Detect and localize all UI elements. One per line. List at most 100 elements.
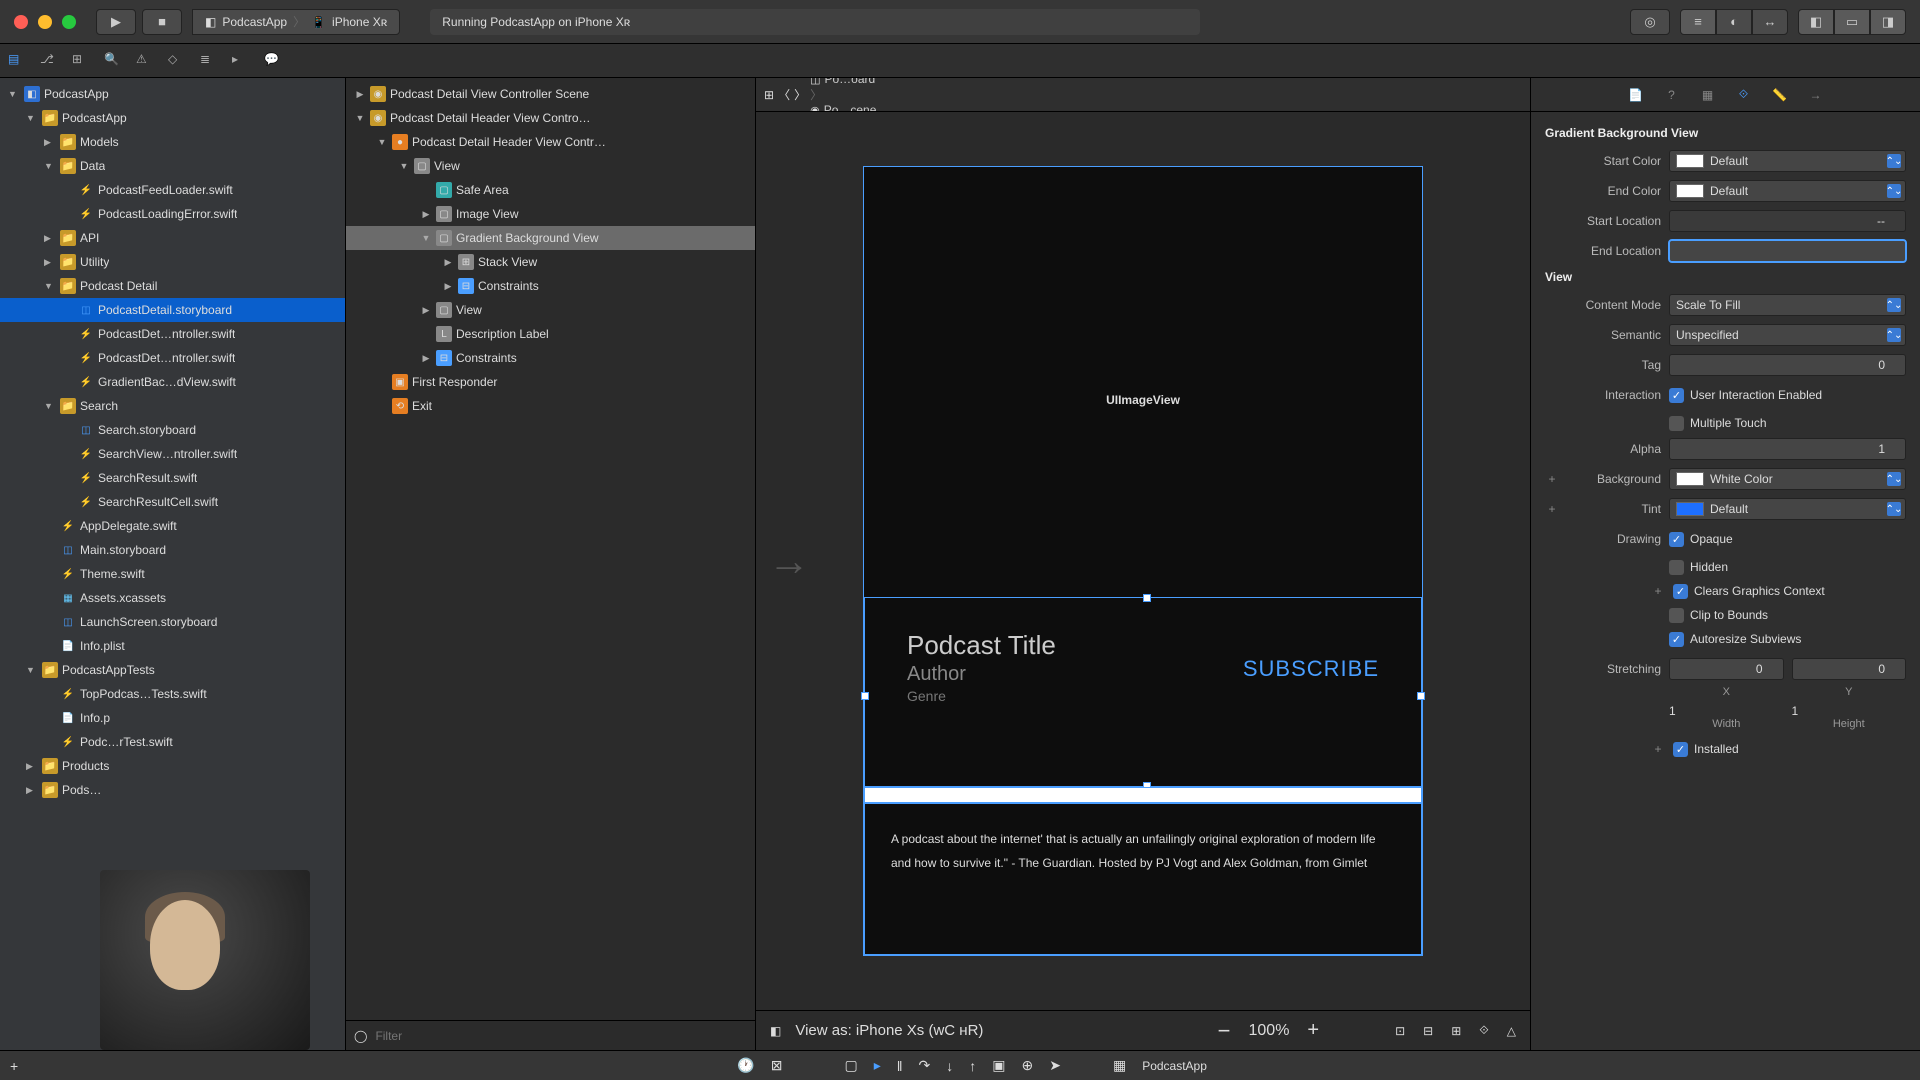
panel-right-button[interactable]: ◨ <box>1870 9 1906 35</box>
minimize-icon[interactable] <box>38 15 52 29</box>
outline-toggle-icon[interactable]: ◧ <box>770 1024 781 1038</box>
file-item[interactable]: ▦Assets.xcassets <box>0 586 345 610</box>
editor-assistant-button[interactable]: ◐ <box>1716 9 1752 35</box>
attributes-inspector[interactable]: 📄 ? ▦ ⟐ 📏 → Gradient Background View Sta… <box>1530 78 1920 1050</box>
panel-left-button[interactable]: ◧ <box>1798 9 1834 35</box>
view-controller-preview[interactable]: UIImageView Podcast Title Author Genre S… <box>863 166 1423 956</box>
source-control-icon[interactable]: ⎇ <box>40 52 58 70</box>
stretch-h-field[interactable]: 1 <box>1792 704 1907 718</box>
close-icon[interactable] <box>14 15 28 29</box>
breakpoints-icon[interactable]: ▸ <box>874 1057 881 1074</box>
editor-standard-button[interactable]: ≡ <box>1680 9 1716 35</box>
size-inspector-icon[interactable]: 📏 <box>1769 84 1791 106</box>
clip-checkbox[interactable] <box>1669 608 1684 623</box>
start-location-field[interactable]: -- <box>1669 210 1906 232</box>
zoom-in-button[interactable]: + <box>1307 1019 1319 1042</box>
jumpbar-segment[interactable]: ◉ Po…cene <box>810 103 967 112</box>
add-tint-icon[interactable]: + <box>1545 502 1559 516</box>
file-item[interactable]: ▶📁Utility <box>0 250 345 274</box>
file-item[interactable]: ▶📁Pods… <box>0 778 345 802</box>
continue-icon[interactable]: ‖ <box>897 1058 903 1074</box>
location-icon[interactable]: ➤ <box>1049 1057 1061 1074</box>
tag-field[interactable]: 0 <box>1669 354 1906 376</box>
hide-debug-icon[interactable]: ▢ <box>844 1057 857 1074</box>
end-location-field[interactable] <box>1669 240 1906 262</box>
panel-bottom-button[interactable]: ▭ <box>1834 9 1870 35</box>
step-out-icon[interactable]: ↑ <box>969 1058 976 1074</box>
outline-filter-input[interactable] <box>375 1029 747 1043</box>
editor-version-button[interactable]: ↔ <box>1752 9 1788 35</box>
forward-icon[interactable]: 〉 <box>794 86 806 103</box>
project-navigator[interactable]: ▼◧PodcastApp▼📁PodcastApp▶📁Models▼📁Data⚡P… <box>0 78 346 1050</box>
alpha-field[interactable]: 1 <box>1669 438 1906 460</box>
file-item[interactable]: ▼📁Podcast Detail <box>0 274 345 298</box>
description-label[interactable]: A podcast about the internet' that is ac… <box>864 803 1422 955</box>
file-item[interactable]: ◫PodcastDetail.storyboard <box>0 298 345 322</box>
interface-builder-canvas[interactable]: → UIImageView Podcast Title Author Genre… <box>756 112 1530 1010</box>
library-button[interactable]: ◎ <box>1630 9 1670 35</box>
file-item[interactable]: ▼📁PodcastAppTests <box>0 658 345 682</box>
scheme-app[interactable]: ◧ PodcastApp 〉 📱 iPhone Xʀ <box>192 9 400 35</box>
subscribe-button[interactable]: SUBSCRIBE <box>1243 656 1379 682</box>
file-item[interactable]: ⚡SearchResult.swift <box>0 466 345 490</box>
file-item[interactable]: ⚡SearchResultCell.swift <box>0 490 345 514</box>
outline-item[interactable]: ▼▢Gradient Background View <box>346 226 755 250</box>
multiple-touch-checkbox[interactable] <box>1669 416 1684 431</box>
file-item[interactable]: ▶📁Models <box>0 130 345 154</box>
file-item[interactable]: ▼📁Search <box>0 394 345 418</box>
outline-item[interactable]: ▢Safe Area <box>346 178 755 202</box>
zoom-percent[interactable]: 100% <box>1249 1022 1290 1040</box>
user-interaction-checkbox[interactable]: ✓ <box>1669 388 1684 403</box>
genre-label[interactable]: Genre <box>907 688 1379 704</box>
test-navigator-icon[interactable]: ◇ <box>168 52 186 70</box>
add-clears-icon[interactable]: + <box>1651 584 1665 598</box>
embed-icon[interactable]: ⊡ <box>1395 1024 1405 1038</box>
file-item[interactable]: ⚡Podc…rTest.swift <box>0 730 345 754</box>
hidden-checkbox[interactable] <box>1669 560 1684 575</box>
file-item[interactable]: ⚡TopPodcas…Tests.swift <box>0 682 345 706</box>
installed-checkbox[interactable]: ✓ <box>1673 742 1688 757</box>
debug-navigator-icon[interactable]: ≣ <box>200 52 218 70</box>
jump-bar[interactable]: ⊞ 〈 〉 ◧ PodcastApp〉📁 Po…tApp〉📁 Po…etail〉… <box>756 78 1530 112</box>
issue-navigator-icon[interactable]: ⚠ <box>136 52 154 70</box>
jumpbar-segment[interactable]: ◫ Po…oard <box>810 78 967 86</box>
file-item[interactable]: ⚡AppDelegate.swift <box>0 514 345 538</box>
resize-icon[interactable]: △ <box>1507 1024 1516 1038</box>
file-item[interactable]: ⚡PodcastFeedLoader.swift <box>0 178 345 202</box>
symbol-navigator-icon[interactable]: ⊞ <box>72 52 90 70</box>
document-outline[interactable]: ▶◉Podcast Detail View Controller Scene▼◉… <box>346 78 756 1050</box>
file-item[interactable]: ▶📁API <box>0 226 345 250</box>
run-button[interactable]: ▶ <box>96 9 136 35</box>
file-item[interactable]: ▶📁Products <box>0 754 345 778</box>
autoresize-checkbox[interactable]: ✓ <box>1669 632 1684 647</box>
outline-item[interactable]: ⟲Exit <box>346 394 755 418</box>
outline-item[interactable]: ▶⊞Stack View <box>346 250 755 274</box>
report-navigator-icon[interactable]: 💬 <box>264 52 282 70</box>
separator-view[interactable] <box>864 787 1422 803</box>
semantic-select[interactable]: Unspecified <box>1669 324 1906 346</box>
breakpoint-navigator-icon[interactable]: ▸ <box>232 52 250 70</box>
outline-item[interactable]: ▼◉Podcast Detail Header View Contro… <box>346 106 755 130</box>
file-item[interactable]: 📄Info.plist <box>0 634 345 658</box>
file-item[interactable]: 📄Info.p <box>0 706 345 730</box>
file-item[interactable]: ⚡PodcastLoadingError.swift <box>0 202 345 226</box>
stop-button[interactable]: ■ <box>142 9 182 35</box>
add-installed-icon[interactable]: + <box>1651 742 1665 756</box>
background-select[interactable]: White Color <box>1669 468 1906 490</box>
related-items-icon[interactable]: ⊞ <box>764 88 774 102</box>
file-item[interactable]: ◫LaunchScreen.storyboard <box>0 610 345 634</box>
outline-item[interactable]: ▼▢View <box>346 154 755 178</box>
file-item[interactable]: ⚡GradientBac…dView.swift <box>0 370 345 394</box>
add-icon[interactable]: + <box>10 1058 18 1074</box>
stretch-x-field[interactable]: 0 <box>1669 658 1784 680</box>
help-inspector-icon[interactable]: ? <box>1661 84 1683 106</box>
file-item[interactable]: ⚡Theme.swift <box>0 562 345 586</box>
outline-item[interactable]: ▶▢Image View <box>346 202 755 226</box>
file-item[interactable]: ⚡SearchView…ntroller.swift <box>0 442 345 466</box>
identity-inspector-icon[interactable]: ▦ <box>1697 84 1719 106</box>
resolve-icon[interactable]: ⟐ <box>1479 1023 1488 1038</box>
align-icon[interactable]: ⊟ <box>1423 1024 1433 1038</box>
clears-checkbox[interactable]: ✓ <box>1673 584 1688 599</box>
find-navigator-icon[interactable]: 🔍 <box>104 52 122 70</box>
outline-item[interactable]: ▶⊟Constraints <box>346 274 755 298</box>
